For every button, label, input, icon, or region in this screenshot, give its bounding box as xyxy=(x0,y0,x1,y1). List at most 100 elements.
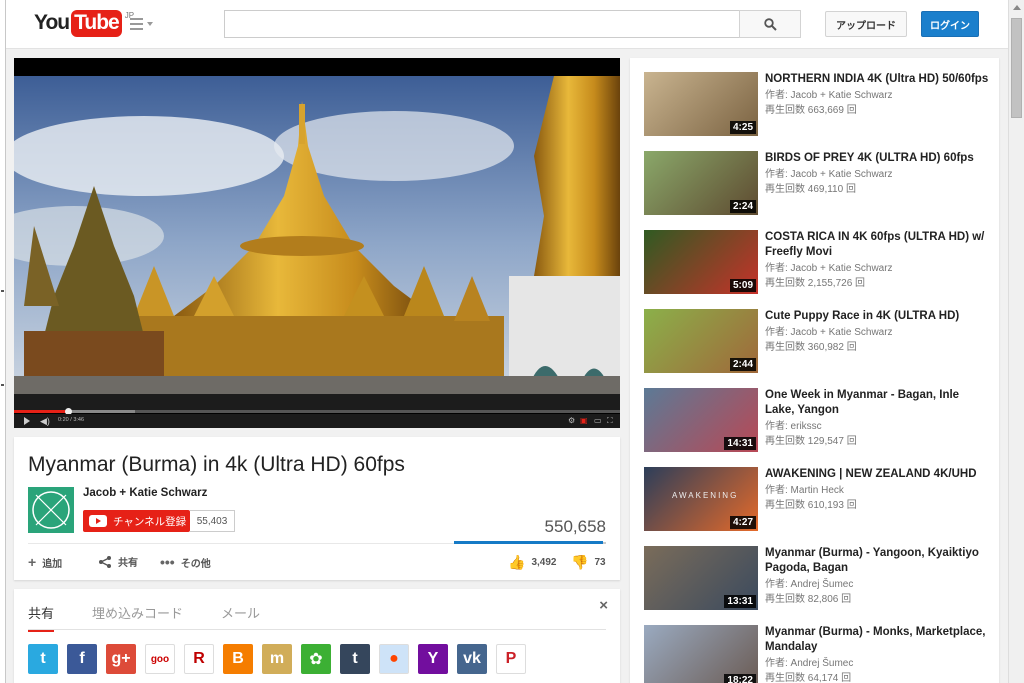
related-video-title[interactable]: NORTHERN INDIA 4K (Ultra HD) 50/60fps xyxy=(765,72,990,87)
share-button[interactable]: 共有 xyxy=(98,554,138,569)
channel-name[interactable]: Jacob + Katie Schwarz xyxy=(83,487,207,499)
goo-share-icon[interactable]: goo xyxy=(145,644,175,674)
related-video-item[interactable]: 2:24 BIRDS OF PREY 4K (ULTRA HD) 60fps 作者:… xyxy=(644,151,994,217)
related-video-author: 作者: Andrej Šumec xyxy=(765,658,854,669)
subscribe-label: チャンネル登録 xyxy=(113,515,187,528)
quality-icon[interactable]: ▣ xyxy=(580,416,588,425)
login-button[interactable]: ログイン xyxy=(921,11,979,37)
related-video-views: 再生回数 663,669 回 xyxy=(765,105,857,116)
video-thumbnail[interactable]: 14:31 xyxy=(644,388,758,452)
pinterest-share-icon[interactable]: P xyxy=(496,644,526,674)
search-button[interactable] xyxy=(739,10,801,38)
mixi-share-icon[interactable]: m xyxy=(262,644,292,674)
tab-share[interactable]: 共有 xyxy=(28,603,55,632)
social-share-buttons: t f g+ goo R Bm ✿ t ● Yvk P xyxy=(28,644,535,674)
tumblr-share-icon[interactable]: t xyxy=(340,644,370,674)
related-video-views: 再生回数 469,110 回 xyxy=(765,184,856,195)
tab-email[interactable]: メール xyxy=(221,603,260,632)
reddit-share-icon[interactable]: ● xyxy=(379,644,409,674)
scroll-up-arrow-icon[interactable] xyxy=(1013,5,1021,10)
rakuten-share-icon[interactable]: R xyxy=(184,644,214,674)
related-video-item[interactable]: 5:09 COSTA RICA IN 4K 60fps (ULTRA HD) w/… xyxy=(644,230,994,296)
blogger-share-icon[interactable]: B xyxy=(223,644,253,674)
search-input[interactable] xyxy=(224,10,740,38)
masthead: You Tube JP アップロード ログイン xyxy=(6,0,1008,49)
related-video-item[interactable]: AWAKENING 4:27 AWAKENING | NEW ZEALAND 4K/… xyxy=(644,467,994,533)
related-video-title[interactable]: COSTA RICA IN 4K 60fps (ULTRA HD) w/ Fre… xyxy=(765,230,990,260)
related-video-title[interactable]: Myanmar (Burma) - Yangoon, Kyaiktiyo Pag… xyxy=(765,546,990,576)
subscribe-button[interactable]: チャンネル登録 xyxy=(83,510,190,532)
related-video-item[interactable]: 18:22 Myanmar (Burma) - Monks, Marketplac… xyxy=(644,625,994,683)
video-thumbnail[interactable]: 5:09 xyxy=(644,230,758,294)
volume-icon[interactable]: ◀) xyxy=(40,416,50,427)
related-video-author: 作者: Jacob + Katie Schwarz xyxy=(765,327,893,338)
like-button[interactable]: 👍 3,492 xyxy=(508,554,556,571)
video-player[interactable] xyxy=(14,58,620,428)
fullscreen-icon[interactable]: ⛶ xyxy=(607,416,613,426)
video-duration: 18:22 xyxy=(724,674,756,683)
related-video-views: 再生回数 129,547 回 xyxy=(765,436,857,447)
tabs-divider xyxy=(28,629,606,630)
video-duration: 14:31 xyxy=(724,437,756,450)
related-video-author: 作者: Jacob + Katie Schwarz xyxy=(765,90,893,101)
time-display: 0:20 / 3:46 xyxy=(58,417,85,423)
video-duration: 2:24 xyxy=(729,200,756,213)
settings-icon[interactable]: ⚙ xyxy=(568,416,575,425)
video-duration: 13:31 xyxy=(724,595,756,608)
related-video-item[interactable]: 4:25 NORTHERN INDIA 4K (Ultra HD) 50/60fp… xyxy=(644,72,994,138)
add-to-button[interactable]: + 追加 xyxy=(28,554,62,570)
thumb-caption: AWAKENING xyxy=(672,491,739,500)
channel-avatar[interactable] xyxy=(28,487,74,533)
theater-mode-icon[interactable]: ▭ xyxy=(594,416,602,425)
more-actions-button[interactable]: ••• その他 xyxy=(160,554,211,570)
facebook-share-icon[interactable]: f xyxy=(67,644,97,674)
ameba-share-icon[interactable]: ✿ xyxy=(301,644,331,674)
related-video-title[interactable]: Myanmar (Burma) - Monks, Marketplace, Ma… xyxy=(765,625,990,655)
share-label: 共有 xyxy=(118,558,138,569)
video-frame[interactable] xyxy=(14,76,620,411)
related-video-item[interactable]: 14:31 One Week in Myanmar - Bagan, Inle L… xyxy=(644,388,994,454)
scroll-thumb[interactable] xyxy=(1011,18,1022,118)
close-icon[interactable]: × xyxy=(599,597,608,614)
video-thumbnail[interactable]: AWAKENING 4:27 xyxy=(644,467,758,531)
page-scrollbar[interactable] xyxy=(1008,0,1024,683)
share-panel: 共有 埋め込みコード メール × t f g+ goo R Bm ✿ t ● Yvk P xyxy=(14,589,620,683)
video-duration: 5:09 xyxy=(729,279,756,292)
related-video-title[interactable]: AWAKENING | NEW ZEALAND 4K/UHD xyxy=(765,467,990,482)
player-controls: ◀) 0:20 / 3:46 ⚙ ▣ ▭ ⛶ xyxy=(14,414,620,428)
share-icon xyxy=(99,555,111,568)
video-thumbnail[interactable]: 4:25 xyxy=(644,72,758,136)
logo-tube-text: Tube xyxy=(71,10,122,37)
video-title: Myanmar (Burma) in 4k (Ultra HD) 60fps xyxy=(28,453,405,476)
time-total: 3:46 xyxy=(73,417,85,423)
related-video-title[interactable]: One Week in Myanmar - Bagan, Inle Lake, … xyxy=(765,388,990,418)
video-thumbnail[interactable]: 2:44 xyxy=(644,309,758,373)
related-video-author: 作者: Martin Heck xyxy=(765,485,844,496)
related-video-author: 作者: Jacob + Katie Schwarz xyxy=(765,263,893,274)
vk-share-icon[interactable]: vk xyxy=(457,644,487,674)
twitter-share-icon[interactable]: t xyxy=(28,644,58,674)
thumbs-up-icon: 👍 xyxy=(508,554,526,570)
related-video-views: 再生回数 610,193 回 xyxy=(765,500,857,511)
related-video-item[interactable]: 2:44 Cute Puppy Race in 4K (ULTRA HD) 作者: … xyxy=(644,309,994,375)
video-duration: 2:44 xyxy=(729,358,756,371)
play-icon[interactable] xyxy=(24,417,30,425)
subscriber-count: 55,403 xyxy=(190,510,235,532)
related-video-author: 作者: erikssc xyxy=(765,421,822,432)
video-thumbnail[interactable]: 18:22 xyxy=(644,625,758,683)
related-video-title[interactable]: Cute Puppy Race in 4K (ULTRA HD) xyxy=(765,309,990,324)
youtube-logo[interactable]: You Tube JP xyxy=(34,10,134,37)
video-thumbnail[interactable]: 13:31 xyxy=(644,546,758,610)
related-video-item[interactable]: 13:31 Myanmar (Burma) - Yangoon, Kyaiktiy… xyxy=(644,546,994,612)
related-videos-sidebar: 4:25 NORTHERN INDIA 4K (Ultra HD) 50/60fp… xyxy=(630,58,999,683)
yahoo-share-icon[interactable]: Y xyxy=(418,644,448,674)
related-video-views: 再生回数 2,155,726 回 xyxy=(765,278,866,289)
tab-embed[interactable]: 埋め込みコード xyxy=(92,603,183,632)
dislike-button[interactable]: 👎 73 xyxy=(571,554,606,571)
guide-menu-icon[interactable] xyxy=(130,17,154,31)
video-thumbnail[interactable]: 2:24 xyxy=(644,151,758,215)
google-plus-share-icon[interactable]: g+ xyxy=(106,644,136,674)
upload-button[interactable]: アップロード xyxy=(825,11,907,37)
related-video-title[interactable]: BIRDS OF PREY 4K (ULTRA HD) 60fps xyxy=(765,151,990,166)
related-video-author: 作者: Andrej Šumec xyxy=(765,579,854,590)
